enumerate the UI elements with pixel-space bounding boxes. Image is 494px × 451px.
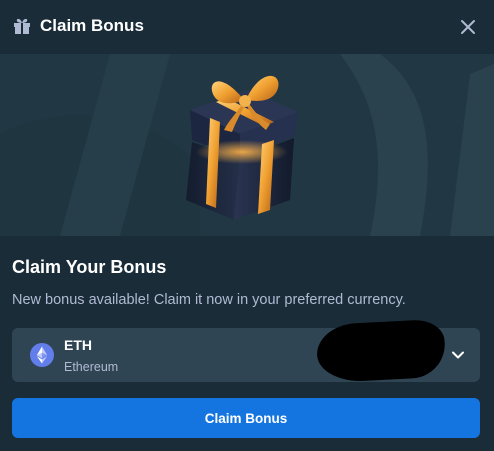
close-icon [461, 20, 475, 34]
claim-bonus-modal: Claim Bonus Claim Your Bonus New bonus a… [0, 0, 494, 451]
gift-box-illustration [170, 60, 310, 230]
close-button[interactable] [454, 13, 482, 41]
chevron-down-icon [450, 347, 466, 363]
redacted-area [315, 318, 447, 384]
gift-icon [12, 16, 32, 36]
bonus-banner [0, 54, 494, 236]
currency-name: Ethereum [64, 360, 119, 374]
modal-header: Claim Bonus [0, 0, 494, 54]
currency-select[interactable]: ETH Ethereum [12, 318, 480, 384]
bonus-heading: Claim Your Bonus [12, 257, 167, 277]
claim-bonus-button[interactable]: Claim Bonus [12, 398, 480, 438]
currency-code: ETH [64, 337, 92, 353]
bonus-subtitle: New bonus available! Claim it now in you… [12, 292, 406, 308]
modal-title: Claim Bonus [40, 16, 144, 35]
ethereum-icon [30, 343, 54, 367]
